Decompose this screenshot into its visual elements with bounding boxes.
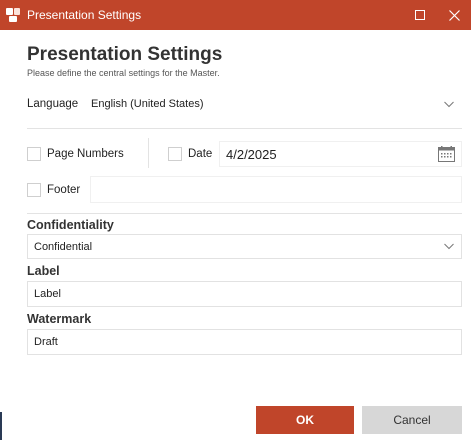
chevron-down-icon — [444, 101, 454, 108]
page-title: Presentation Settings — [27, 44, 223, 65]
page-subtitle: Please define the central settings for t… — [27, 68, 220, 78]
maximize-icon[interactable] — [403, 0, 437, 30]
page-numbers-checkbox[interactable] — [27, 147, 41, 161]
close-icon[interactable] — [437, 0, 471, 30]
app-logo-icon — [6, 8, 20, 22]
divider — [27, 213, 462, 214]
divider — [27, 128, 462, 129]
watermark-input[interactable]: Draft — [27, 329, 462, 355]
ok-button[interactable]: OK — [256, 406, 354, 434]
window-title: Presentation Settings — [27, 8, 142, 22]
title-bar: Presentation Settings — [0, 0, 471, 30]
page-numbers-label: Page Numbers — [47, 148, 124, 160]
language-select[interactable]: English (United States) — [84, 92, 462, 116]
label-input[interactable]: Label — [27, 281, 462, 307]
date-label: Date — [188, 148, 213, 160]
label-value: Label — [34, 288, 61, 300]
footer-checkbox[interactable] — [27, 183, 41, 197]
language-value: English (United States) — [91, 98, 204, 110]
calendar-icon[interactable] — [438, 146, 455, 162]
vertical-divider — [148, 138, 149, 168]
chevron-down-icon — [444, 243, 454, 250]
cancel-button[interactable]: Cancel — [362, 406, 462, 434]
window-controls — [403, 0, 471, 30]
left-edge — [0, 30, 2, 441]
language-label: Language — [27, 98, 79, 110]
date-checkbox[interactable] — [168, 147, 182, 161]
confidentiality-label: Confidentiality — [27, 218, 114, 232]
watermark-label: Watermark — [27, 312, 92, 326]
date-field[interactable]: 4/2/2025 — [219, 141, 462, 167]
footer-input[interactable] — [90, 176, 462, 203]
watermark-value: Draft — [34, 336, 58, 348]
label-field-label: Label — [27, 264, 60, 278]
date-value: 4/2/2025 — [226, 146, 277, 162]
confidentiality-value: Confidential — [34, 240, 93, 253]
footer-label: Footer — [47, 184, 81, 196]
confidentiality-select[interactable]: Confidential — [27, 234, 462, 259]
